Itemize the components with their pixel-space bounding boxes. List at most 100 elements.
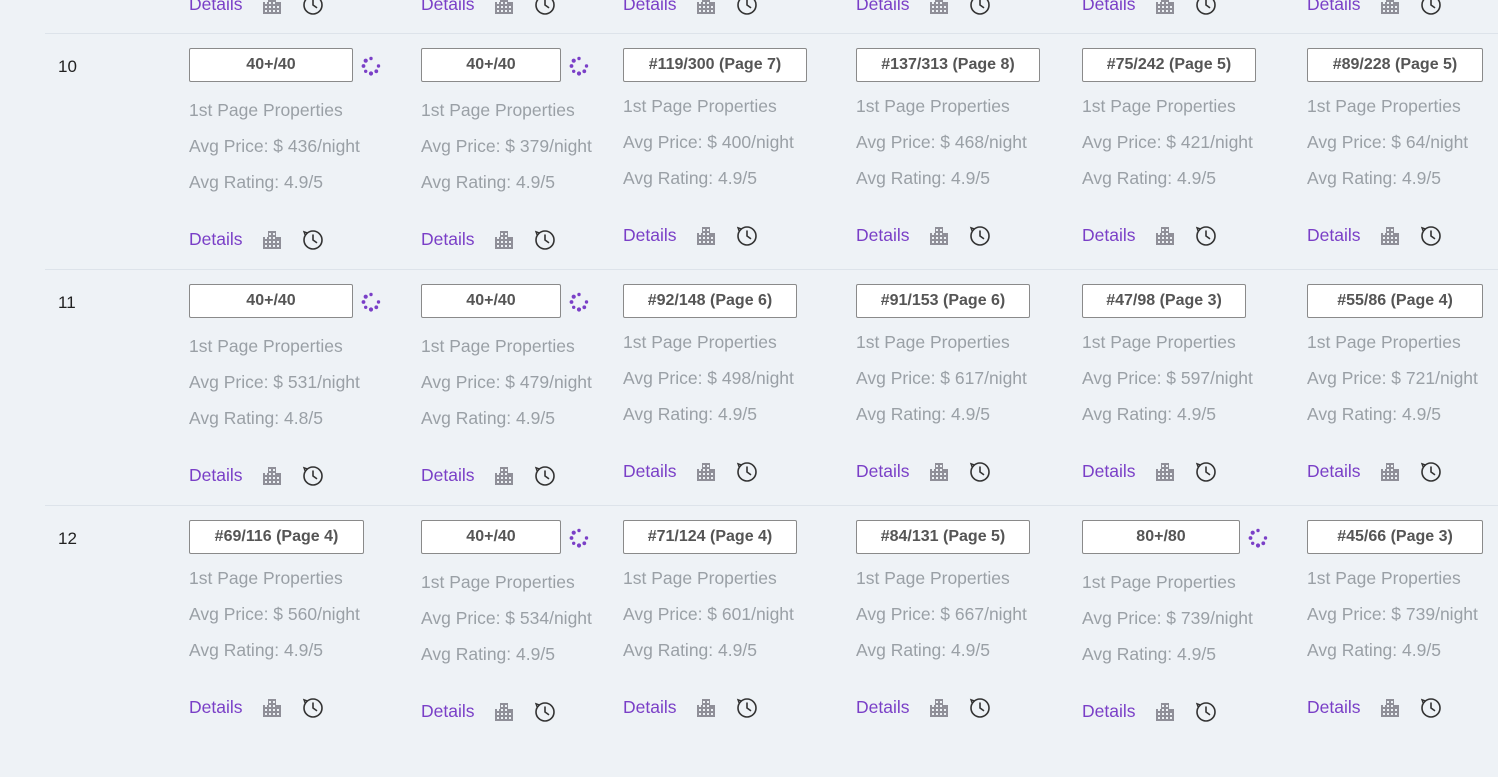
history-icon[interactable] [533, 228, 557, 252]
history-icon[interactable] [1419, 696, 1443, 720]
building-icon[interactable] [1153, 224, 1177, 248]
building-icon[interactable] [260, 464, 284, 488]
building-icon[interactable] [492, 228, 516, 252]
history-icon[interactable] [968, 0, 992, 17]
building-icon[interactable] [260, 0, 284, 17]
history-icon[interactable] [968, 224, 992, 248]
details-link[interactable]: Details [623, 0, 677, 15]
history-icon[interactable] [533, 0, 557, 17]
history-icon[interactable] [1419, 460, 1443, 484]
history-icon[interactable] [735, 460, 759, 484]
building-icon[interactable] [1378, 224, 1402, 248]
details-link[interactable]: Details [623, 697, 677, 718]
history-icon[interactable] [735, 696, 759, 720]
avg-price: Avg Price: $ 534/night [421, 608, 592, 628]
history-icon[interactable] [1194, 460, 1218, 484]
history-icon[interactable] [301, 228, 325, 252]
details-link[interactable]: Details [1307, 461, 1361, 482]
building-icon[interactable] [694, 460, 718, 484]
building-icon[interactable] [492, 0, 516, 17]
building-icon[interactable] [694, 696, 718, 720]
building-icon[interactable] [694, 0, 718, 17]
history-icon[interactable] [533, 464, 557, 488]
building-icon[interactable] [260, 228, 284, 252]
rank-badge: #119/300 (Page 7) [623, 48, 807, 82]
row-number: 12 [58, 529, 77, 548]
history-icon[interactable] [1194, 0, 1218, 17]
building-icon[interactable] [927, 460, 951, 484]
first-page-label: 1st Page Properties [421, 336, 575, 356]
first-page-label: 1st Page Properties [1307, 568, 1461, 588]
details-link[interactable]: Details [1082, 461, 1136, 482]
details-link[interactable]: Details [421, 229, 475, 250]
avg-rating: Avg Rating: 4.9/5 [623, 168, 757, 188]
history-icon[interactable] [1419, 224, 1443, 248]
details-link[interactable]: Details [189, 229, 243, 250]
rank-badge: #55/86 (Page 4) [1307, 284, 1483, 318]
building-icon[interactable] [1378, 0, 1402, 17]
building-icon[interactable] [927, 224, 951, 248]
details-link[interactable]: Details [1082, 0, 1136, 15]
details-link[interactable]: Details [421, 701, 475, 722]
avg-rating: Avg Rating: 4.9/5 [1307, 168, 1441, 188]
history-icon[interactable] [301, 464, 325, 488]
building-icon[interactable] [1153, 460, 1177, 484]
details-link[interactable]: Details [1082, 225, 1136, 246]
building-icon[interactable] [1153, 0, 1177, 17]
loading-spinner-icon [568, 55, 590, 77]
row-number: 10 [58, 57, 77, 76]
building-icon[interactable] [492, 464, 516, 488]
details-link[interactable]: Details [623, 461, 677, 482]
details-link[interactable]: Details [421, 465, 475, 486]
building-icon[interactable] [694, 224, 718, 248]
building-icon[interactable] [1153, 700, 1177, 724]
building-icon[interactable] [927, 0, 951, 17]
history-icon[interactable] [1194, 224, 1218, 248]
loading-spinner-icon [568, 527, 590, 549]
row-divider [45, 33, 1498, 34]
avg-rating: Avg Rating: 4.9/5 [189, 640, 323, 660]
details-link[interactable]: Details [856, 461, 910, 482]
first-page-label: 1st Page Properties [1082, 572, 1236, 592]
history-icon[interactable] [533, 700, 557, 724]
details-link[interactable]: Details [421, 0, 475, 15]
history-icon[interactable] [1194, 700, 1218, 724]
rank-badge: 40+/40 [421, 284, 561, 318]
details-link[interactable]: Details [1307, 0, 1361, 15]
history-icon[interactable] [1419, 0, 1443, 17]
details-link[interactable]: Details [189, 465, 243, 486]
building-icon[interactable] [492, 700, 516, 724]
first-page-label: 1st Page Properties [623, 568, 777, 588]
details-link[interactable]: Details [189, 697, 243, 718]
rank-badge: 40+/40 [189, 48, 353, 82]
rank-badge: #89/228 (Page 5) [1307, 48, 1483, 82]
avg-price: Avg Price: $ 617/night [856, 368, 1027, 388]
details-link[interactable]: Details [856, 0, 910, 15]
building-icon[interactable] [260, 696, 284, 720]
details-link[interactable]: Details [189, 0, 243, 15]
building-icon[interactable] [1378, 460, 1402, 484]
building-icon[interactable] [927, 696, 951, 720]
first-page-label: 1st Page Properties [421, 100, 575, 120]
history-icon[interactable] [968, 460, 992, 484]
building-icon[interactable] [1378, 696, 1402, 720]
row-divider [45, 505, 1498, 506]
details-link[interactable]: Details [623, 225, 677, 246]
first-page-label: 1st Page Properties [856, 568, 1010, 588]
details-link[interactable]: Details [856, 697, 910, 718]
details-link[interactable]: Details [1307, 225, 1361, 246]
details-link[interactable]: Details [1082, 701, 1136, 722]
details-link[interactable]: Details [856, 225, 910, 246]
first-page-label: 1st Page Properties [623, 332, 777, 352]
avg-price: Avg Price: $ 400/night [623, 132, 794, 152]
avg-price: Avg Price: $ 64/night [1307, 132, 1469, 152]
details-link[interactable]: Details [1307, 697, 1361, 718]
history-icon[interactable] [301, 0, 325, 17]
rank-badge: 80+/80 [1082, 520, 1240, 554]
history-icon[interactable] [301, 696, 325, 720]
history-icon[interactable] [735, 0, 759, 17]
history-icon[interactable] [968, 696, 992, 720]
avg-price: Avg Price: $ 498/night [623, 368, 794, 388]
history-icon[interactable] [735, 224, 759, 248]
loading-spinner-icon [1247, 527, 1269, 549]
